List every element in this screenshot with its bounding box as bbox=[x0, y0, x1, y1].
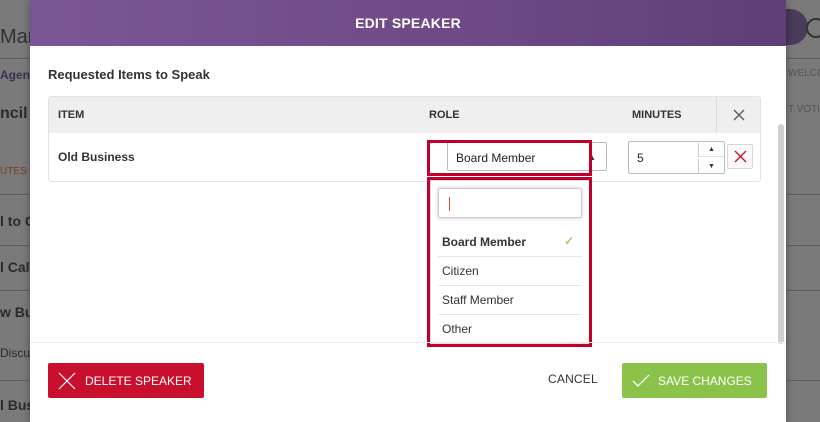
bg-add-icon bbox=[806, 18, 820, 38]
bg-tab: Agen bbox=[0, 68, 30, 82]
bg-welcome: WELCO bbox=[788, 68, 820, 79]
cancel-button[interactable]: CANCEL bbox=[548, 372, 598, 386]
close-icon bbox=[734, 150, 746, 163]
bg-list-item: l Cal bbox=[0, 259, 30, 275]
edit-speaker-modal: EDIT SPEAKER Requested Items to Speak IT… bbox=[30, 0, 786, 422]
clear-all-button[interactable] bbox=[716, 97, 760, 133]
remove-item-button[interactable] bbox=[727, 144, 753, 169]
delete-speaker-button[interactable]: DELETE SPEAKER bbox=[48, 363, 204, 398]
save-changes-button[interactable]: SAVE CHANGES bbox=[622, 363, 767, 398]
column-header-minutes: MINUTES bbox=[632, 109, 682, 121]
minutes-stepper[interactable]: 5 ▲ ▼ bbox=[628, 141, 725, 174]
table-row: Old Business Board Member ▲ 5 ▲ ▼ bbox=[49, 133, 760, 182]
bg-vote: T VOTIN bbox=[788, 104, 820, 115]
close-icon bbox=[733, 109, 744, 121]
column-header-role: ROLE bbox=[429, 109, 460, 121]
caret-down-icon: ▼ bbox=[708, 162, 715, 170]
checkmark-icon bbox=[632, 374, 650, 387]
dropdown-highlight bbox=[427, 177, 592, 347]
footer-divider bbox=[30, 342, 786, 343]
save-changes-label: SAVE CHANGES bbox=[658, 373, 752, 388]
minutes-value: 5 bbox=[637, 151, 644, 165]
bg-heading: ncil bbox=[0, 105, 28, 122]
role-select-highlight bbox=[427, 140, 592, 176]
column-header-item: ITEM bbox=[58, 109, 85, 121]
bg-list-item: Discu bbox=[0, 346, 31, 360]
modal-scrollbar[interactable] bbox=[778, 124, 784, 344]
increment-button[interactable]: ▲ bbox=[698, 143, 724, 157]
table-header: ITEM ROLE MINUTES bbox=[49, 97, 760, 133]
items-table: ITEM ROLE MINUTES Old Business Board Mem… bbox=[48, 96, 761, 182]
close-icon bbox=[58, 372, 76, 389]
modal-header: EDIT SPEAKER bbox=[30, 0, 786, 46]
item-name: Old Business bbox=[58, 150, 135, 164]
modal-title: EDIT SPEAKER bbox=[355, 15, 461, 31]
decrement-button[interactable]: ▼ bbox=[698, 159, 724, 173]
delete-speaker-label: DELETE SPEAKER bbox=[85, 373, 192, 388]
bg-list-item: w Bu bbox=[0, 304, 34, 320]
section-title: Requested Items to Speak bbox=[48, 67, 210, 82]
caret-up-icon: ▲ bbox=[708, 146, 715, 153]
